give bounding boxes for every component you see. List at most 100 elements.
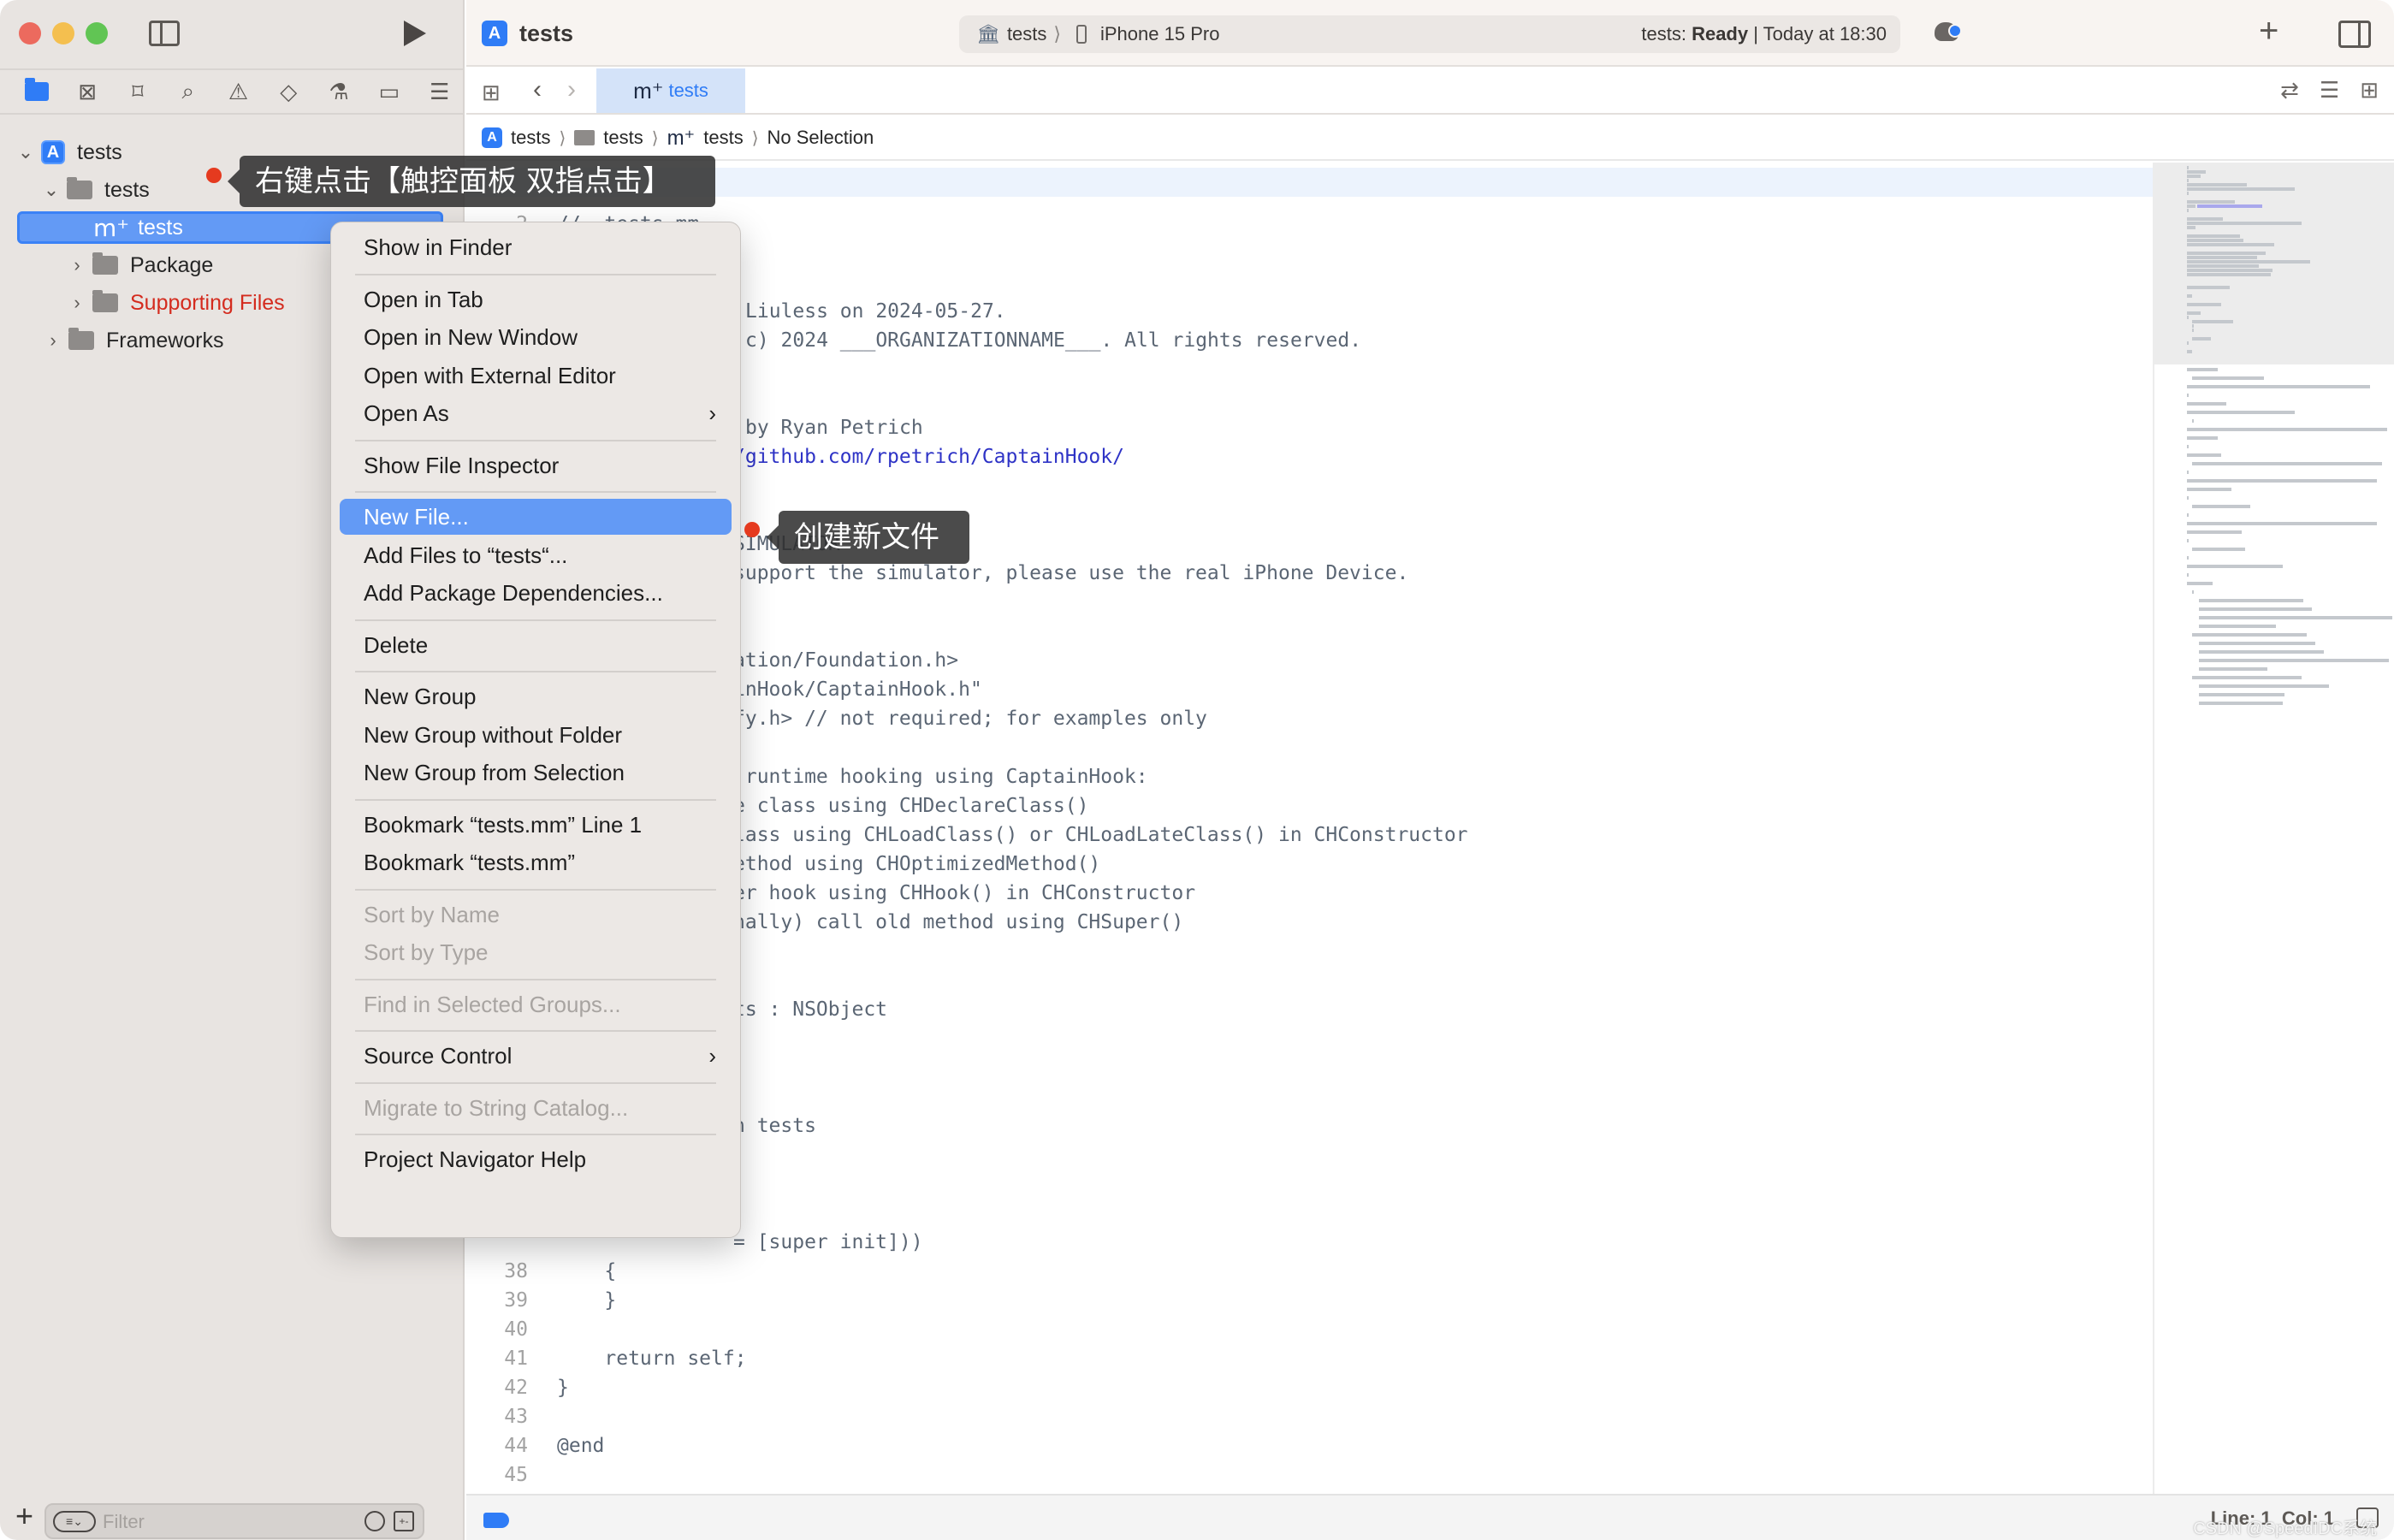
menu-item-new-group-from-selection[interactable]: New Group from Selection [340,755,732,791]
code-line[interactable]: 42} [466,1373,569,1402]
code-line[interactable]: by Ryan Petrich [745,413,923,442]
zoom-window-button[interactable] [86,22,108,44]
breadcrumb-symbol[interactable]: No Selection [767,127,874,149]
sidebar-toggle-icon[interactable] [149,21,180,46]
code-line[interactable]: runtime hooking using CaptainHook: [733,762,1148,791]
code-line[interactable]: 41 return self; [466,1344,746,1373]
minimap[interactable] [2153,163,2394,1494]
menu-item-new-group[interactable]: New Group [340,678,732,714]
code-line[interactable]: Liuless on 2024-05-27. [745,297,1006,326]
debug-area-toggle-icon[interactable] [483,1513,509,1528]
menu-item-delete[interactable]: Delete [340,627,732,663]
chevron-down-icon[interactable]: ⌄ [17,141,34,163]
chevron-down-icon[interactable]: ⌄ [43,179,60,201]
menu-item-project-navigator-help[interactable]: Project Navigator Help [340,1141,732,1177]
toolbar: A tests 🏛 tests ⟩ iPhone 15 Pro tests: R… [466,0,2394,67]
xcode-cloud-icon[interactable] [1935,22,1962,41]
menu-item-bookmark-tests-mm-line-1[interactable]: Bookmark “tests.mm” Line 1 [340,807,732,843]
recent-files-icon[interactable] [364,1511,385,1531]
code-line[interactable]: = [super init])) [733,1228,923,1257]
menu-item-source-control[interactable]: Source Control › [340,1038,732,1074]
back-chevron-icon[interactable]: ‹ [533,75,542,104]
line-number: 41 [504,1348,528,1370]
code-line[interactable]: /github.com/rpetrich/CaptainHook/ [733,442,1124,471]
menu-item-add-files-to-tests[interactable]: Add Files to “tests“... [340,537,732,573]
breakpoint-icon[interactable]: ▭ [364,74,414,109]
code-line[interactable]: c) 2024 ___ORGANIZATIONNAME___. All righ… [745,326,1361,355]
minimize-window-button[interactable] [52,22,74,44]
search-icon[interactable]: ⌕ [163,74,213,109]
menu-separator [355,273,716,275]
tree-item-group[interactable]: ⌄ tests [43,173,150,207]
code-line[interactable]: ethod using CHOptimizedMethod() [733,850,1100,879]
minimap-line [2187,411,2295,414]
tree-item-package[interactable]: › Package [68,248,213,282]
code-line[interactable]: n tests [733,1111,816,1140]
tab-tests[interactable]: m⁺ tests [596,68,745,113]
menu-item-bookmark-tests-mm[interactable]: Bookmark “tests.mm” [340,844,732,880]
project-navigator-icon[interactable] [12,74,62,109]
swap-icon[interactable]: ⇄ [2280,77,2299,104]
code-text: ts : NSObject [733,998,888,1021]
minimap-visible-region[interactable] [2154,163,2394,364]
code-line[interactable]: nally) call old method using CHSuper() [733,908,1183,937]
minimap-line [2192,376,2264,380]
code-line[interactable]: fy.h> // not required; for examples only [733,704,1207,733]
menu-item-new-group-without-folder[interactable]: New Group without Folder [340,717,732,753]
code-line[interactable]: er hook using CHHook() in CHConstructor [733,879,1195,908]
code-line[interactable]: 43 [466,1402,557,1431]
add-file-button[interactable]: + [15,1498,33,1534]
forward-chevron-icon[interactable]: › [567,75,576,104]
test-icon[interactable]: ◇ [264,74,314,109]
breadcrumb-project[interactable]: tests [511,127,550,149]
minimap-line [2187,166,2189,169]
report-icon[interactable]: ☰ [414,74,465,109]
code-line[interactable]: e class using CHDeclareClass() [733,791,1088,820]
filter-input[interactable]: ≡⌄ Filter +- [44,1503,424,1539]
scheme-name[interactable]: tests [1007,23,1046,45]
issue-icon[interactable]: ⚠ [213,74,264,109]
add-editor-icon[interactable]: ⊞ [2360,77,2379,104]
run-button[interactable] [404,21,426,46]
source-control-icon[interactable]: ⊠ [62,74,113,109]
menu-item-show-file-inspector[interactable]: Show File Inspector [340,447,732,483]
filter-options-icon[interactable]: ≡⌄ [53,1511,96,1532]
chevron-right-icon[interactable]: › [44,329,62,352]
code-line[interactable]: 40 [466,1315,557,1344]
menu-item-open-in-new-window[interactable]: Open in New Window [340,319,732,355]
related-items-icon[interactable]: ⊞ [482,80,501,106]
close-window-button[interactable] [19,22,41,44]
folder-icon [92,252,118,275]
menu-separator [355,978,716,980]
editor-options-icon[interactable]: ☰ [2320,77,2339,104]
menu-item-open-in-tab[interactable]: Open in Tab [340,281,732,317]
tree-item-project[interactable]: ⌄ A tests [17,135,122,169]
menu-item-open-with-external-editor[interactable]: Open with External Editor [340,358,732,394]
code-line[interactable]: lass using CHLoadClass() or CHLoadLateCl… [733,820,1468,850]
menu-item-show-in-finder[interactable]: Show in Finder [340,229,732,265]
chevron-right-icon[interactable]: › [68,292,86,314]
tree-item-supporting-files[interactable]: › Supporting Files [68,286,285,320]
menu-item-open-as[interactable]: Open As › [340,395,732,431]
bookmark-icon[interactable]: ⌑ [113,74,163,109]
folder-icon [67,177,92,199]
run-destination[interactable]: iPhone 15 Pro [1100,23,1219,45]
code-line[interactable]: ts : NSObject [733,995,887,1024]
tree-item-frameworks[interactable]: › Frameworks [44,323,224,358]
library-add-button[interactable]: + [2259,12,2278,50]
code-line[interactable]: ation/Foundation.h> [733,646,958,675]
code-line[interactable]: inHook/CaptainHook.h" [733,675,982,704]
activity-view[interactable]: 🏛 tests ⟩ iPhone 15 Pro tests: Ready | T… [959,15,1900,53]
menu-item-add-package-dependencies[interactable]: Add Package Dependencies... [340,575,732,611]
code-line[interactable]: 45 [466,1460,557,1490]
source-control-filter-icon[interactable]: +- [394,1511,414,1531]
code-line[interactable]: 44 @end [466,1431,604,1460]
chevron-right-icon[interactable]: › [68,254,86,276]
code-line[interactable]: 39 } [466,1286,616,1315]
menu-item-new-file[interactable]: New File... [340,499,732,535]
breadcrumb-file[interactable]: tests [703,127,743,149]
inspector-toggle-icon[interactable] [2338,21,2371,48]
code-line[interactable]: 38 { [466,1257,616,1286]
breadcrumb-group[interactable]: tests [603,127,643,149]
debug-icon[interactable]: ⚗ [314,74,364,109]
